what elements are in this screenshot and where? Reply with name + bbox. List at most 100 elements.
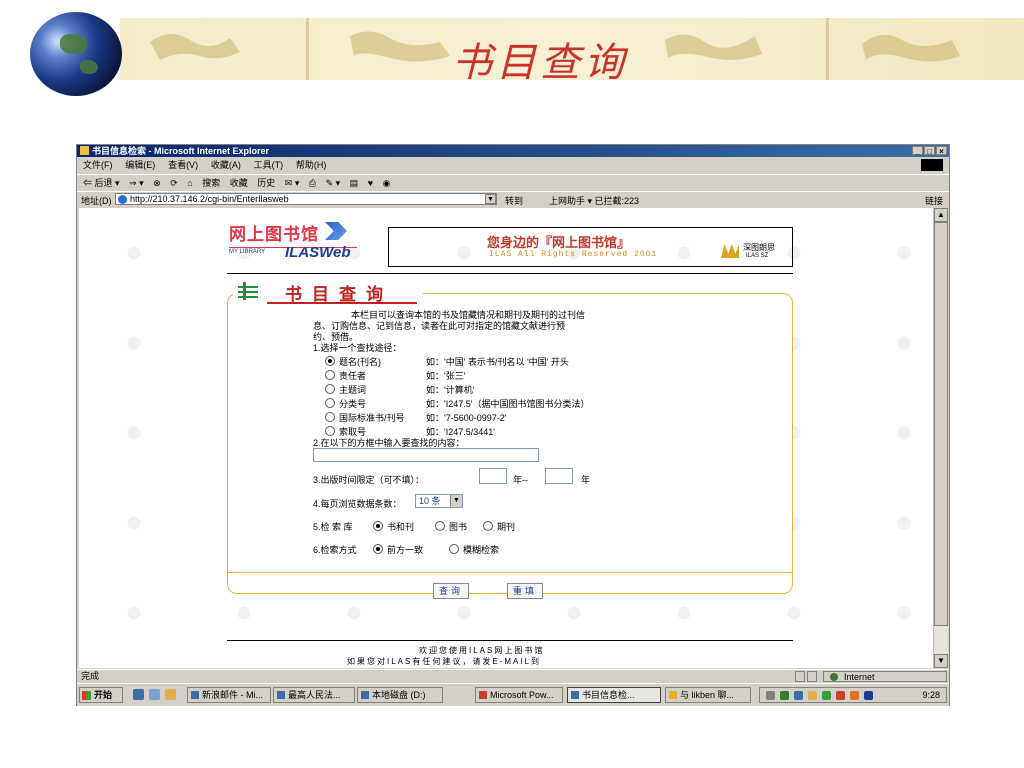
menu-help[interactable]: 帮助(H) (296, 160, 327, 170)
mode-prefix-option[interactable]: 前方一致 (373, 543, 423, 556)
search-button[interactable]: 搜索 (202, 178, 220, 188)
tray-app-icon[interactable] (808, 691, 817, 700)
menu-file[interactable]: 文件(F) (83, 160, 113, 170)
tray-app-icon[interactable] (822, 691, 831, 700)
radio-button[interactable] (325, 370, 335, 380)
window-titlebar[interactable]: 书目信息检索 - Microsoft Internet Explorer _ □… (77, 145, 949, 157)
ie-icon (80, 146, 89, 155)
reset-button[interactable]: 重填 (507, 583, 543, 599)
menu-view[interactable]: 查看(V) (168, 160, 198, 170)
task-item-active[interactable]: 书目信息检... (567, 687, 661, 703)
radio-button[interactable] (449, 544, 459, 554)
option-example: 如：'张三' (426, 371, 466, 381)
scroll-thumb[interactable] (934, 222, 948, 626)
close-button[interactable]: × (936, 146, 947, 156)
tray-app-icon[interactable] (850, 691, 859, 700)
mail-button[interactable]: ✉ ▾ (285, 178, 300, 188)
radio-button[interactable] (325, 384, 335, 394)
home-button[interactable]: ⌂ (187, 178, 192, 188)
tray-app-icon[interactable] (794, 691, 803, 700)
refresh-button[interactable]: ⟳ (170, 178, 178, 188)
quicklaunch-desktop-icon[interactable] (149, 689, 160, 700)
slide-title: 书目查询 (452, 40, 628, 86)
year-from-input[interactable] (479, 468, 507, 484)
db-journals-option[interactable]: 期刊 (483, 520, 515, 533)
address-input[interactable]: http://210.37.146.2/cgi-bin/EnterIlasweb (115, 193, 497, 205)
quicklaunch-outlook-icon[interactable] (165, 689, 176, 700)
address-bar: 地址(D) http://210.37.146.2/cgi-bin/EnterI… (77, 191, 949, 207)
scroll-down-icon[interactable]: ▼ (934, 654, 948, 668)
option-label: 图书 (449, 522, 468, 532)
task-item[interactable]: 新浪邮件 - Mi... (187, 687, 271, 703)
helper-toolbar[interactable]: 上网助手 ▾ 已拦截:223 (549, 194, 639, 207)
history-button[interactable]: 历史 (257, 178, 275, 188)
favorites-button[interactable]: 收藏 (230, 178, 248, 188)
system-tray: 9:28 (759, 687, 947, 703)
maximize-button[interactable]: □ (924, 146, 935, 156)
db-books-and-journals-option[interactable]: 书和刊 (373, 520, 414, 533)
company-subtitle: ILAS SZ (746, 253, 769, 259)
radio-button[interactable] (325, 412, 335, 422)
address-value: http://210.37.146.2/cgi-bin/EnterIlasweb (130, 194, 289, 204)
minimize-button[interactable]: _ (912, 146, 923, 156)
browser-toolbar: ⇐ 后退 ▾ ⇒ ▾ ⊗ ⟳ ⌂ 搜索 收藏 历史 ✉ ▾ ⎙ ✎ ▾ ▤ ♥ … (77, 174, 949, 190)
step-4-label: 4.每页浏览数据条数： (313, 499, 402, 509)
forward-button[interactable]: ⇒ ▾ (129, 178, 144, 188)
globe-icon (30, 12, 122, 96)
db-books-option[interactable]: 图书 (435, 520, 467, 533)
quicklaunch-ie-icon[interactable] (133, 689, 144, 700)
toolbar-extra-2[interactable]: ◉ (383, 178, 391, 188)
task-item[interactable]: Microsoft Pow... (475, 687, 563, 703)
radio-button[interactable] (325, 356, 335, 366)
search-by-isbn-option[interactable]: 国际标准书/刊号 (325, 411, 405, 424)
band-divider (306, 18, 309, 80)
search-by-title-option[interactable]: 题名(刊名) (325, 355, 381, 368)
links-button[interactable]: 链接 (925, 194, 943, 207)
input-method-icon[interactable] (864, 691, 873, 700)
toolbar-extra-1[interactable]: ♥ (368, 178, 373, 188)
year-to-separator: 年-- (513, 475, 528, 485)
search-query-input[interactable] (313, 448, 539, 462)
year-to-input[interactable] (545, 468, 573, 484)
drive-icon (361, 691, 369, 699)
radio-button[interactable] (373, 544, 383, 554)
radio-button[interactable] (435, 521, 445, 531)
search-by-classno-option[interactable]: 分类号 (325, 397, 366, 410)
library-logo[interactable]: 网上图书馆 MY LIBRARY ILASWeb (229, 220, 357, 264)
clock[interactable]: 9:28 (922, 690, 940, 700)
per-page-select[interactable]: 10 条 ▼ (415, 494, 463, 508)
menu-favorites[interactable]: 收藏(A) (211, 160, 241, 170)
menu-bar: 文件(F) 编辑(E) 查看(V) 收藏(A) 工具(T) 帮助(H) (77, 158, 949, 173)
edit-button[interactable]: ✎ ▾ (326, 178, 341, 188)
address-dropdown-icon[interactable]: ▼ (485, 194, 496, 204)
task-label: 书目信息检... (582, 690, 635, 700)
menu-tools[interactable]: 工具(T) (254, 160, 284, 170)
vertical-scrollbar[interactable]: ▲ ▼ (933, 208, 948, 668)
option-label: 责任者 (339, 371, 367, 381)
stop-button[interactable]: ⊗ (153, 178, 161, 188)
start-button[interactable]: 开始 (79, 687, 123, 703)
submit-query-button[interactable]: 查询 (433, 583, 469, 599)
discuss-button[interactable]: ▤ (350, 178, 359, 188)
search-by-subject-option[interactable]: 主题词 (325, 383, 366, 396)
radio-button[interactable] (325, 398, 335, 408)
tray-app-icon[interactable] (836, 691, 845, 700)
radio-button[interactable] (373, 521, 383, 531)
back-button[interactable]: ⇐ 后退 ▾ (83, 178, 120, 188)
volume-icon[interactable] (766, 691, 775, 700)
window-icon (277, 691, 285, 699)
go-button[interactable]: 转到 (505, 194, 523, 207)
scroll-up-icon[interactable]: ▲ (934, 208, 948, 222)
mode-fuzzy-option[interactable]: 模糊检索 (449, 543, 499, 556)
radio-button[interactable] (325, 426, 335, 436)
search-by-author-option[interactable]: 责任者 (325, 369, 366, 382)
status-segment (807, 671, 817, 682)
task-item[interactable]: 本地磁盘 (D:) (357, 687, 443, 703)
menu-edit[interactable]: 编辑(E) (125, 160, 155, 170)
option-label: 题名(刊名) (339, 357, 381, 367)
radio-button[interactable] (483, 521, 493, 531)
print-button[interactable]: ⎙ (309, 178, 316, 188)
network-icon[interactable] (780, 691, 789, 700)
task-item[interactable]: 最高人民法... (273, 687, 355, 703)
task-item[interactable]: 与 likben 聊... (665, 687, 751, 703)
